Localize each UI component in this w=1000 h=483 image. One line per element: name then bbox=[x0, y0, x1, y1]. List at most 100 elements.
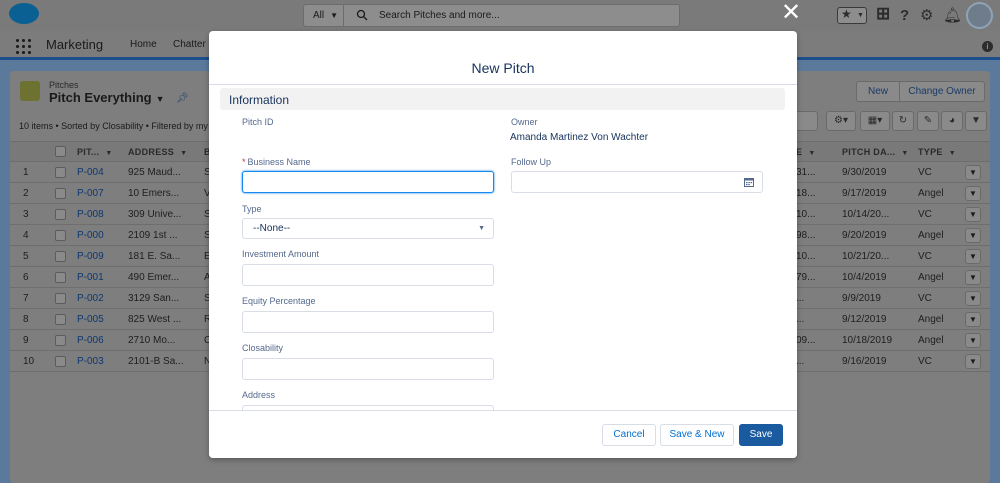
column-header-e[interactable]: E ▼ bbox=[796, 147, 816, 157]
nav-item-home[interactable]: Home bbox=[130, 39, 157, 50]
pitch-id-link[interactable]: P-000 bbox=[77, 230, 104, 241]
list-view-selector[interactable]: Pitch Everything ▼ bbox=[49, 90, 165, 105]
type-cell: VC bbox=[918, 167, 932, 178]
row-checkbox[interactable] bbox=[55, 251, 66, 262]
pitch-id-link[interactable]: P-007 bbox=[77, 188, 104, 199]
type-cell: Angel bbox=[918, 335, 944, 346]
global-search[interactable]: All ▼ Search Pitches and more... bbox=[303, 4, 680, 27]
select-all-checkbox[interactable] bbox=[55, 146, 66, 157]
pitch-date-cell: 10/18/2019 bbox=[842, 335, 893, 346]
row-number: 8 bbox=[23, 314, 29, 325]
equity-cell: 79... bbox=[796, 272, 816, 283]
row-actions-chevron-down-icon[interactable]: ▼ bbox=[965, 333, 981, 348]
row-actions-chevron-down-icon[interactable]: ▼ bbox=[965, 354, 981, 369]
filter-button[interactable]: ▼ bbox=[965, 111, 987, 131]
column-header-pitch-id[interactable]: PIT... ▼ bbox=[77, 147, 113, 157]
row-checkbox[interactable] bbox=[55, 230, 66, 241]
equity-cell: 18... bbox=[796, 188, 816, 199]
pitch-id-link[interactable]: P-009 bbox=[77, 251, 104, 262]
row-actions-chevron-down-icon[interactable]: ▼ bbox=[965, 312, 981, 327]
chevron-down-icon: ▼ bbox=[901, 150, 909, 157]
new-button[interactable]: New bbox=[856, 81, 900, 102]
search-icon bbox=[356, 9, 368, 21]
row-number: 1 bbox=[23, 167, 29, 178]
add-icon[interactable]: ⊞ bbox=[876, 5, 890, 22]
avatar[interactable] bbox=[966, 2, 993, 29]
follow-up-date-input[interactable] bbox=[511, 171, 763, 193]
row-checkbox[interactable] bbox=[55, 356, 66, 367]
row-actions-chevron-down-icon[interactable]: ▼ bbox=[965, 249, 981, 264]
refresh-button[interactable]: ↻ bbox=[892, 111, 914, 131]
row-actions-chevron-down-icon[interactable]: ▼ bbox=[965, 291, 981, 306]
calendar-icon[interactable] bbox=[744, 177, 754, 187]
row-checkbox[interactable] bbox=[55, 335, 66, 346]
edit-list-button[interactable]: ✎ bbox=[917, 111, 939, 131]
close-icon[interactable]: ✕ bbox=[780, 1, 802, 25]
salesforce-logo[interactable] bbox=[9, 3, 39, 24]
address-cell: 490 Emer... bbox=[128, 272, 180, 283]
save-button[interactable]: Save bbox=[739, 424, 783, 446]
column-header-address[interactable]: ADDRESS ▼ bbox=[128, 147, 187, 157]
change-owner-button[interactable]: Change Owner bbox=[899, 81, 985, 102]
type-select[interactable]: --None-- ▼ bbox=[242, 218, 494, 239]
row-number: 2 bbox=[23, 188, 29, 199]
search-input[interactable]: Search Pitches and more... bbox=[379, 5, 500, 26]
pitch-id-link[interactable]: P-003 bbox=[77, 356, 104, 367]
row-actions-chevron-down-icon[interactable]: ▼ bbox=[965, 207, 981, 222]
pitch-id-link[interactable]: P-004 bbox=[77, 167, 104, 178]
type-selected-value: --None-- bbox=[253, 223, 291, 234]
address-cell: 10 Emers... bbox=[128, 188, 180, 199]
nav-item-chatter[interactable]: Chatter bbox=[173, 39, 206, 50]
address-cell: 2710 Mo... bbox=[128, 335, 176, 346]
type-cell: Angel bbox=[918, 272, 944, 283]
row-actions-chevron-down-icon[interactable]: ▼ bbox=[965, 165, 981, 180]
row-checkbox[interactable] bbox=[55, 272, 66, 283]
pitch-object-icon bbox=[20, 81, 40, 101]
type-cell: Angel bbox=[918, 188, 944, 199]
pitch-id-link[interactable]: P-006 bbox=[77, 335, 104, 346]
equity-cell: 10... bbox=[796, 251, 816, 262]
equity-percentage-input[interactable] bbox=[242, 311, 494, 333]
row-actions-chevron-down-icon[interactable]: ▼ bbox=[965, 228, 981, 243]
row-checkbox[interactable] bbox=[55, 209, 66, 220]
row-checkbox[interactable] bbox=[55, 167, 66, 178]
bell-icon[interactable]: 🔔︎ bbox=[943, 7, 962, 24]
list-settings-button[interactable]: ⚙▾ bbox=[826, 111, 856, 131]
modal-footer: Cancel Save & New Save bbox=[209, 410, 797, 458]
charts-button[interactable]: ◕ bbox=[941, 111, 963, 131]
list-meta: 10 items • Sorted by Closability • Filte… bbox=[19, 121, 216, 131]
app-launcher-icon[interactable] bbox=[16, 39, 31, 54]
save-and-new-button[interactable]: Save & New bbox=[660, 424, 734, 446]
row-number: 3 bbox=[23, 209, 29, 220]
owner-value[interactable]: Amanda Martinez Von Wachter bbox=[510, 132, 648, 143]
pitch-id-link[interactable]: P-008 bbox=[77, 209, 104, 220]
pin-icon[interactable]: 📌︎ bbox=[176, 93, 189, 104]
section-header-information[interactable]: Information bbox=[220, 88, 785, 110]
pencil-icon: ✎ bbox=[923, 115, 933, 126]
section-title: Information bbox=[229, 93, 290, 107]
column-header-type[interactable]: TYPE ▼ bbox=[918, 147, 956, 157]
row-checkbox[interactable] bbox=[55, 188, 66, 199]
row-number: 7 bbox=[23, 293, 29, 304]
cancel-button[interactable]: Cancel bbox=[602, 424, 656, 446]
row-checkbox[interactable] bbox=[55, 293, 66, 304]
equity-cell: 09... bbox=[796, 335, 816, 346]
pitch-id-link[interactable]: P-005 bbox=[77, 314, 104, 325]
row-actions-chevron-down-icon[interactable]: ▼ bbox=[965, 186, 981, 201]
row-checkbox[interactable] bbox=[55, 314, 66, 325]
row-actions-chevron-down-icon[interactable]: ▼ bbox=[965, 270, 981, 285]
search-scope-dropdown[interactable]: All ▼ bbox=[304, 5, 344, 26]
column-header-pitch-date[interactable]: PITCH DA... ▼ bbox=[842, 147, 909, 157]
business-name-input[interactable] bbox=[242, 171, 494, 193]
closability-input[interactable] bbox=[242, 358, 494, 380]
pitch-id-link[interactable]: P-001 bbox=[77, 272, 104, 283]
info-icon[interactable]: i bbox=[982, 41, 993, 52]
pitch-id-link[interactable]: P-002 bbox=[77, 293, 104, 304]
pitch-date-cell: 10/4/2019 bbox=[842, 272, 887, 283]
investment-amount-input[interactable] bbox=[242, 264, 494, 286]
favorites-button[interactable]: ★ ▼ bbox=[837, 7, 867, 24]
gear-icon[interactable]: ⚙ bbox=[920, 7, 933, 24]
type-cell: VC bbox=[918, 356, 932, 367]
help-icon[interactable]: ? bbox=[900, 7, 909, 24]
display-as-button[interactable]: ▦▾ bbox=[860, 111, 890, 131]
